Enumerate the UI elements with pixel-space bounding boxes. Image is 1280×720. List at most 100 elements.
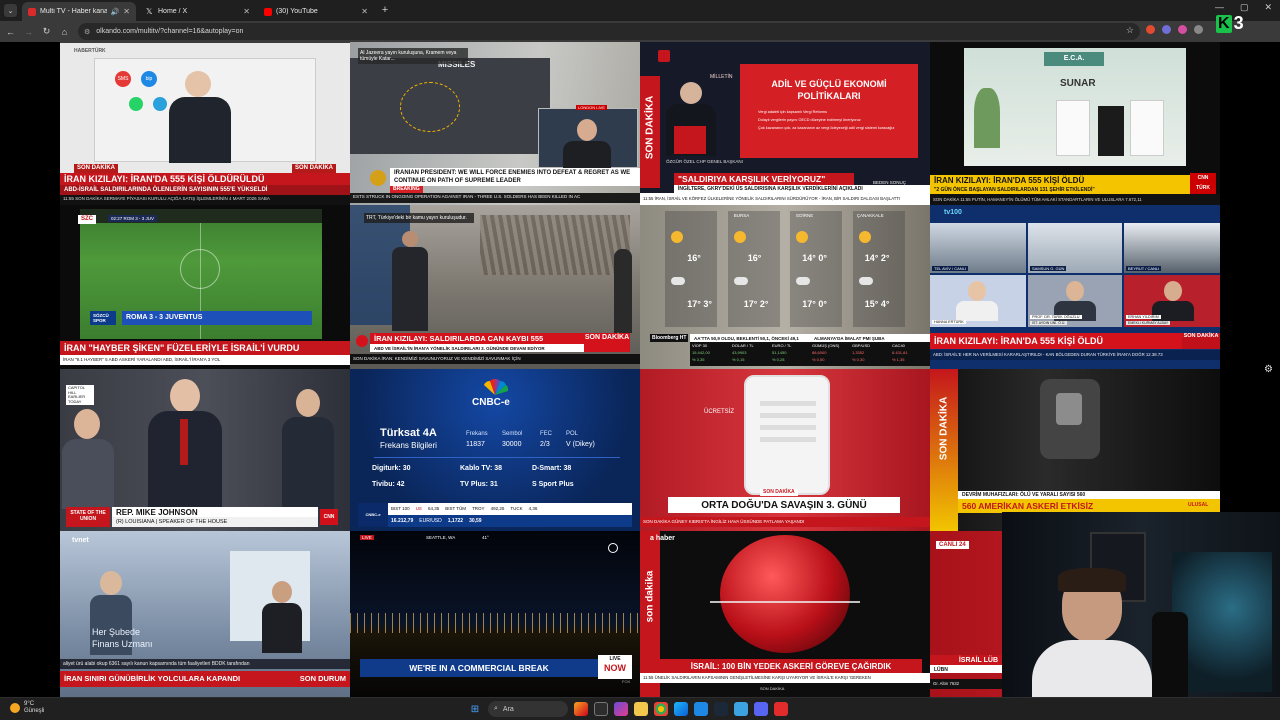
- tab-search-icon[interactable]: ⌄: [4, 4, 17, 17]
- channel-tile-bloomberg-ht[interactable]: 16° 17° 3° BURSA 16° 17° 2° EDİRNE 14° 0…: [640, 205, 930, 369]
- steam-icon[interactable]: [714, 702, 728, 716]
- market-item: VİOP 30 15.442,00 % 3,35: [690, 342, 730, 366]
- presenter-body: [614, 249, 632, 333]
- maximize-icon[interactable]: ▢: [1240, 2, 1249, 13]
- ticker: SON DAKİKA GÜNEY KIBRIS'TA İNGİLİZ HAVA …: [640, 517, 930, 527]
- high-temp: 16°: [747, 253, 762, 263]
- close-window-icon[interactable]: ✕: [1264, 2, 1272, 13]
- channel-tile-cnn[interactable]: CAPITOL HILL EARLIER TODAY STATE OF THE …: [60, 369, 350, 531]
- ad-background: E.C.A. SUNAR: [964, 48, 1186, 166]
- slide-bullet: Dolaylı vergilerin payını OECD düzeyine …: [758, 118, 861, 122]
- vertical-banner: SON DAKİKA: [930, 369, 958, 531]
- widgets-icon[interactable]: [574, 702, 588, 716]
- market-value: 1,3352: [852, 350, 865, 355]
- channel-logo: HABERTÜRK: [74, 48, 106, 54]
- copilot-icon[interactable]: [614, 702, 628, 716]
- slide-bullet: Vergi adaleti için kapsamlı Vergi Reform…: [758, 110, 828, 114]
- breaking-badge: BREAKING: [390, 186, 423, 193]
- phone-ui-line: [760, 413, 816, 418]
- minimize-icon[interactable]: —: [1215, 2, 1224, 13]
- search-icon: ⌕: [494, 705, 498, 712]
- satellite-subtitle: Frekans Bilgileri: [380, 441, 437, 450]
- browser-toolbar: ← → ↻ ⌂ ⚙ olkando.com/multitv/?channel=1…: [0, 21, 1280, 56]
- headline: WE'RE IN A COMMERCIAL BREAK: [360, 659, 598, 677]
- low-temp: 15° 4°: [864, 299, 890, 309]
- taskbar-search[interactable]: ⌕ Ara: [488, 701, 568, 717]
- headline: İRAN "HAYBER ŞİKEN" FÜZELERİYLE İSRAİL'İ…: [60, 341, 350, 355]
- slide-title: ADİL VE GÜÇLÜ EKONOMİ POLİTİKALARI: [771, 79, 887, 101]
- son-durum-badge: SON DURUM: [280, 671, 350, 687]
- chrome-icon[interactable]: [654, 702, 668, 716]
- audio-playing-icon[interactable]: 🔊: [111, 8, 120, 16]
- file-explorer-icon[interactable]: [634, 702, 648, 716]
- channel-tile-livenow[interactable]: LIVE SEATTLE, WA 41° WE'RE IN A COMMERCI…: [350, 531, 640, 697]
- forward-icon[interactable]: →: [22, 25, 35, 38]
- channel-tile-breaking-dark[interactable]: SON DAKİKA DEVRİM MUHAFIZLARI: ÖLÜ VE YA…: [930, 369, 1220, 531]
- channel-tile-szc-spor[interactable]: SZC 02:27 ROM 3 - 3 JUV SÖZCÜ SPOR ROMA …: [60, 205, 350, 369]
- app-icon[interactable]: [734, 702, 748, 716]
- low-temp: 17° 0°: [802, 299, 827, 309]
- tab-multi-tv[interactable]: Multi TV - Haber kanalları 🔊 ✕: [22, 2, 136, 21]
- discord-icon[interactable]: [754, 702, 768, 716]
- store-icon[interactable]: [694, 702, 708, 716]
- extensions-puzzle-icon[interactable]: [1194, 25, 1203, 34]
- channel-tile-a-haber[interactable]: son dakika a haber İSRAİL: 100 BİN YEDEK…: [640, 531, 930, 697]
- home-icon[interactable]: ⌂: [58, 25, 71, 38]
- channel-tile-aljazeera[interactable]: MISSILES Al Jazeera yayın kuruluşuna, Kr…: [350, 42, 640, 205]
- close-tab-icon[interactable]: ✕: [243, 7, 250, 16]
- channel-tile-tgrt[interactable]: ÜCRETSİZ SON DAKİKA ORTA DOĞU'DA SAVAŞIN…: [640, 369, 930, 531]
- edge-icon[interactable]: [674, 702, 688, 716]
- divider: [374, 457, 620, 458]
- person-head: [74, 409, 100, 439]
- channel-tile-haberglobal[interactable]: SON DAKİKA MİLLETİN ADİL VE GÜÇLÜ EKONOM…: [640, 42, 930, 205]
- guest-head: [968, 281, 986, 301]
- windows-start-icon[interactable]: ⊞: [468, 702, 482, 716]
- extension-icon[interactable]: [1178, 25, 1187, 34]
- pol-value: V (Dikey): [566, 441, 595, 448]
- guest-panel: PROF. DR. TARIK OĞUZLU İST. AYDIN ÜNİ. Ö…: [1028, 275, 1122, 327]
- market-value: 51,1450: [772, 350, 787, 355]
- back-icon[interactable]: ←: [4, 25, 17, 38]
- freq-label: Frekans: [466, 431, 488, 437]
- channel-tile-haberturk[interactable]: HABERTÜRK SMS bip SON DAKİKA SON DAKİKA …: [60, 42, 350, 205]
- address-bar[interactable]: ⚙ olkando.com/multitv/?channel=16&autopl…: [78, 23, 1140, 40]
- extension-icon[interactable]: [1162, 25, 1171, 34]
- presenter-body: [169, 97, 231, 163]
- channel-tile-tvnet[interactable]: tvnet Her Şubede Finans Uzmanı aliyet ür…: [60, 531, 350, 697]
- close-tab-icon[interactable]: ✕: [361, 7, 368, 16]
- new-tab-button[interactable]: +: [378, 3, 392, 17]
- channel-tile-trt-haber[interactable]: TRT, Türkiye'deki bir kamu yayın kuruluş…: [350, 205, 640, 369]
- satellite-title: Türksat 4A: [380, 427, 437, 439]
- task-view-icon[interactable]: [594, 702, 608, 716]
- market-ticker: VİOP 30 15.442,00 % 3,35 DOLAR / TL 43,9903…: [690, 342, 930, 366]
- channel-tag: ULUSAL: [1188, 502, 1209, 508]
- presenter-head: [185, 71, 211, 97]
- loading-spinner-icon: [608, 543, 618, 553]
- market-item: GÜMÜŞ (ONS) 88,6000 % 0,50: [810, 342, 850, 366]
- settings-gear-icon[interactable]: ⚙: [1264, 364, 1273, 375]
- subheadline: ABD-İSRAİL SALDIRILARINDA ÖLENLERİN SAYI…: [60, 185, 350, 195]
- channel-tile-tv100[interactable]: tv100 TEL AVİV / CANLI SAMSUN G. GÜN BEY…: [930, 205, 1220, 369]
- ticker-value: 30,59: [469, 518, 482, 524]
- site-info-icon[interactable]: ⚙: [84, 28, 90, 36]
- headline: İRAN KIZILAYI: İRAN'DA 555 KİŞİ ÖLDÜRÜLD…: [60, 173, 350, 185]
- weather-widget[interactable]: 9°C Güneşli: [10, 701, 44, 715]
- extension-icon[interactable]: [1146, 25, 1155, 34]
- ticker-value: 4,36: [528, 506, 538, 511]
- url-text[interactable]: olkando.com/multitv/?channel=16&autoplay…: [96, 28, 243, 35]
- guest-title: EMEKLİ KURMAY ALBAY: [1126, 321, 1171, 325]
- ticker: SON DAKİKA İRAN: KENDİMİZİ SAVUNUYORUZ V…: [350, 354, 640, 364]
- tab-youtube[interactable]: (30) YouTube ✕: [258, 2, 374, 21]
- channel-tile-cnnturk[interactable]: E.C.A. SUNAR İRAN KIZILAYI: İRAN'DA 555 …: [930, 42, 1220, 205]
- bookmark-star-icon[interactable]: ☆: [1126, 25, 1134, 36]
- pol-label: POL: [566, 431, 579, 437]
- app-icon[interactable]: [774, 702, 788, 716]
- reload-icon[interactable]: ↻: [40, 25, 53, 38]
- channel-tile-cnbc-e[interactable]: CNBC-e Türksat 4A Frekans Bilgileri Frek…: [350, 369, 640, 531]
- phone-mockup: [744, 375, 830, 495]
- close-tab-icon[interactable]: ✕: [123, 7, 130, 16]
- headline: 560 AMERİKAN ASKERİ ETKİSİZ: [958, 499, 1220, 513]
- market-item: CAC40 8.431,81 % 1,35: [890, 342, 930, 366]
- tab-home-x[interactable]: 𝕏 Home / X ✕: [140, 2, 256, 21]
- ticker: SON DAKİKA 11:55 PUTİN, HAMANEY'İN ÖLÜMÜ…: [930, 194, 1220, 205]
